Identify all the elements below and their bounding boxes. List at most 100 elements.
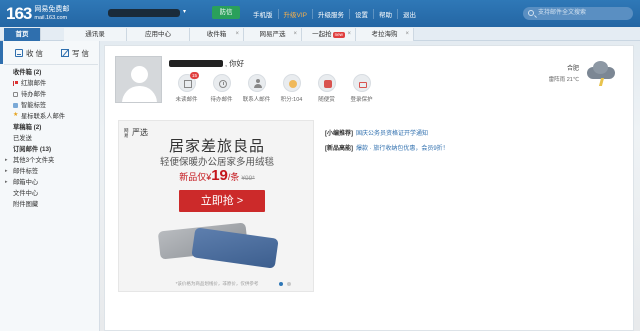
close-icon[interactable]: × [235,28,239,41]
close-icon[interactable]: × [293,28,297,41]
logout-link[interactable]: 退出 [396,8,421,19]
folder-mailbox-center[interactable]: ▸ 邮箱中心 [0,177,100,188]
reward-icon-circle [317,74,336,92]
tab-yanxuan[interactable]: 网易严选 × [244,28,302,41]
unread-count-badge: 15 [190,72,200,79]
mobile-link[interactable]: 手机版 [248,9,278,19]
shortcut-login-protect[interactable]: 登录保护 [344,74,379,103]
news-item[interactable]: [小编推荐] 国庆公务员资格证开学通知 [325,128,449,137]
lock-icon [358,82,367,88]
expand-arrow-icon[interactable]: ▸ [5,166,8,177]
weather-temp: 雷阵雨 21℃ [548,77,579,83]
tag-icon [13,103,18,108]
anti-fraud-button[interactable]: 防信 [212,6,240,19]
carousel-dot-active[interactable] [279,282,283,286]
redacted-username [169,60,223,67]
logo-text: 网易免费邮 mail.163.com [34,6,69,22]
envelope-icon [183,80,192,88]
points-icon-circle [282,74,301,92]
tab-contacts[interactable]: 通讯录 [64,28,127,41]
folder-others[interactable]: ▸ 其他3个文件夹 [0,155,100,166]
tab-inbox[interactable]: 收件箱 × [190,28,244,41]
redacted-user-email[interactable] [108,9,180,17]
folder-label: 星标联系人邮件 [21,113,66,120]
upgrade-service-link[interactable]: 升级服务 [311,8,349,19]
carousel-dots [279,282,291,286]
mail-logo[interactable]: 163 网易免费邮 mail.163.com [6,3,69,25]
points-icon [288,80,297,88]
news-text: 爆款 · 旅行收纳包优惠，会员9折！ [356,146,449,152]
greeting: , 你好 [169,58,244,69]
weather-widget[interactable]: 合肥 雷阵雨 21℃ [549,60,623,100]
folder-mail-tags[interactable]: ▸ 邮件标签 [0,166,100,177]
search-icon [528,10,534,16]
expand-arrow-icon[interactable]: ▸ [5,177,8,188]
shortcut-label: 未读邮件 [175,97,198,103]
new-badge: new [332,32,345,38]
tab-label: 考拉海购 [371,31,398,38]
folder-subscriptions[interactable]: 订阅邮件 (13) [0,144,100,155]
shortcut-label: 待办邮件 [210,97,233,103]
avatar[interactable] [115,56,162,103]
shortcut-todo[interactable]: 待办邮件 [204,74,239,103]
todo-icon [13,92,18,97]
folder-label: 智能标签 [21,102,47,109]
folder-flagged[interactable]: 红旗邮件 [0,78,100,89]
top-bar: 163 网易免费邮 mail.163.com ▾ 防信 手机版 升级VIP 升级… [0,0,640,27]
tab-label: 一起抢 [312,31,332,38]
receive-mail-button[interactable]: 收 信 [6,45,52,61]
tab-kaola[interactable]: 考拉海购 × [356,28,414,41]
tab-label: 通讯录 [85,31,105,38]
protect-icon-circle [352,74,371,92]
folder-smart-tags[interactable]: 智能标签 [0,100,100,111]
tab-yiqiqiang[interactable]: 一起抢 new × [302,28,356,41]
promo-banner[interactable]: 网易 严选 居家差旅良品 轻便保暖办公居家多用绒毯 新品仅¥19/条 ¥99* 立… [118,120,314,292]
tab-label: 应用中心 [145,31,171,38]
promo-subtitle: 轻便保暖办公居家多用绒毯 [159,157,274,168]
tab-app-center[interactable]: 应用中心 [127,28,190,41]
shortcut-label: 登录保护 [350,97,373,103]
shortcut-unread[interactable]: 15 未读邮件 [169,72,204,103]
write-mail-button[interactable]: 写 信 [52,45,98,61]
weather-city: 合肥 [566,66,579,72]
expand-arrow-icon[interactable]: ▸ [5,155,8,166]
news-text: 国庆公务员资格证开学通知 [356,131,429,137]
gift-bag-icon [323,80,332,88]
clock-icon [218,80,227,88]
folder-label: 邮件标签 [13,168,39,175]
home-panel: , 你好 15 未读邮件 待办邮件 联系人邮件 积分:104 随便赏 登录保护 [104,45,634,331]
shortcut-reward[interactable]: 随便赏 [309,74,344,103]
price-prefix: 新品仅¥ [179,172,212,182]
red-flag-icon [13,81,18,86]
promo-price: 新品仅¥19/条 ¥99* [119,167,315,184]
folder-todo[interactable]: 待办邮件 [0,89,100,100]
divider [4,64,98,65]
buy-now-button[interactable]: 立即抢 > [179,190,265,212]
logo-line1: 网易免费邮 [34,6,70,13]
folder-label: 邮箱中心 [13,179,39,186]
price-unit: /条 [227,172,240,182]
todo-icon-circle [212,74,231,92]
shortcut-points[interactable]: 积分:104 [274,74,309,103]
folder-list: 收件箱 (2) 红旗邮件 待办邮件 智能标签 ★ 星标联系人邮件 草稿箱 (2) … [0,67,100,210]
tab-home[interactable]: 首页 [4,28,41,41]
chevron-down-icon[interactable]: ▾ [183,8,186,15]
close-icon[interactable]: × [347,28,351,41]
folder-starred-contacts[interactable]: ★ 星标联系人邮件 [0,111,100,122]
folder-sent[interactable]: 已发送 [0,133,100,144]
tab-label: 收件箱 [206,31,227,38]
news-list: [小编推荐] 国庆公务员资格证开学通知 [新品高能] 爆款 · 旅行收纳包优惠，会员… [325,128,449,158]
upgrade-vip-link[interactable]: 升级VIP [277,8,312,19]
folder-drafts[interactable]: 草稿箱 (2) [0,122,100,133]
logo-number: 163 [6,4,32,23]
folder-file-center[interactable]: 文件中心 [0,188,100,199]
search-input[interactable]: 支持邮件全文搜索 [523,7,633,20]
folder-inbox[interactable]: 收件箱 (2) [0,67,100,78]
news-item[interactable]: [新品高能] 爆款 · 旅行收纳包优惠，会员9折！ [325,143,449,152]
settings-link[interactable]: 设置 [348,8,373,19]
carousel-dot[interactable] [287,282,291,286]
folder-attachments[interactable]: 附件图藏 [0,199,100,210]
shortcut-contacts-mail[interactable]: 联系人邮件 [239,74,274,103]
close-icon[interactable]: × [405,28,409,41]
help-link[interactable]: 帮助 [372,8,397,19]
